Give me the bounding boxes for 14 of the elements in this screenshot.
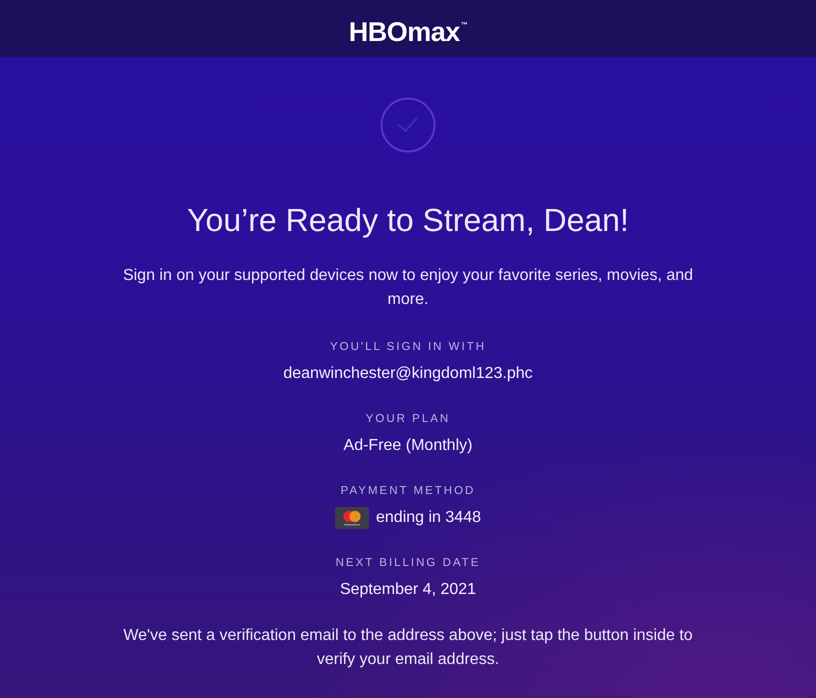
message: Sign in on your supported devices now to enjoy your favorite series, movies, and more. — [122, 266, 694, 310]
detail-value: Ad-Free (Monthly) — [344, 436, 472, 456]
notice-text: We've sent a verification email to the address above; just tap the button inside to verify your email address. — [122, 626, 694, 670]
logo: HBOmax$^{™}$ — [348, 16, 468, 46]
title: You’re Ready to Stream, Dean! — [187, 201, 629, 239]
detail-label: YOU'LL SIGN IN WITH — [330, 340, 486, 355]
detail-label: PAYMENT METHOD — [340, 484, 476, 499]
detail-value: ending in 3448 — [376, 508, 481, 528]
detail-label: NEXT BILLING DATE — [336, 556, 480, 571]
detail-label: YOUR PLAN — [366, 412, 450, 427]
detail-value: September 4, 2021 — [340, 580, 476, 600]
check-circle-icon — [380, 97, 436, 153]
card-icon — [335, 507, 369, 529]
detail-value: deanwinchester@kingdoml123.phc — [283, 364, 533, 384]
